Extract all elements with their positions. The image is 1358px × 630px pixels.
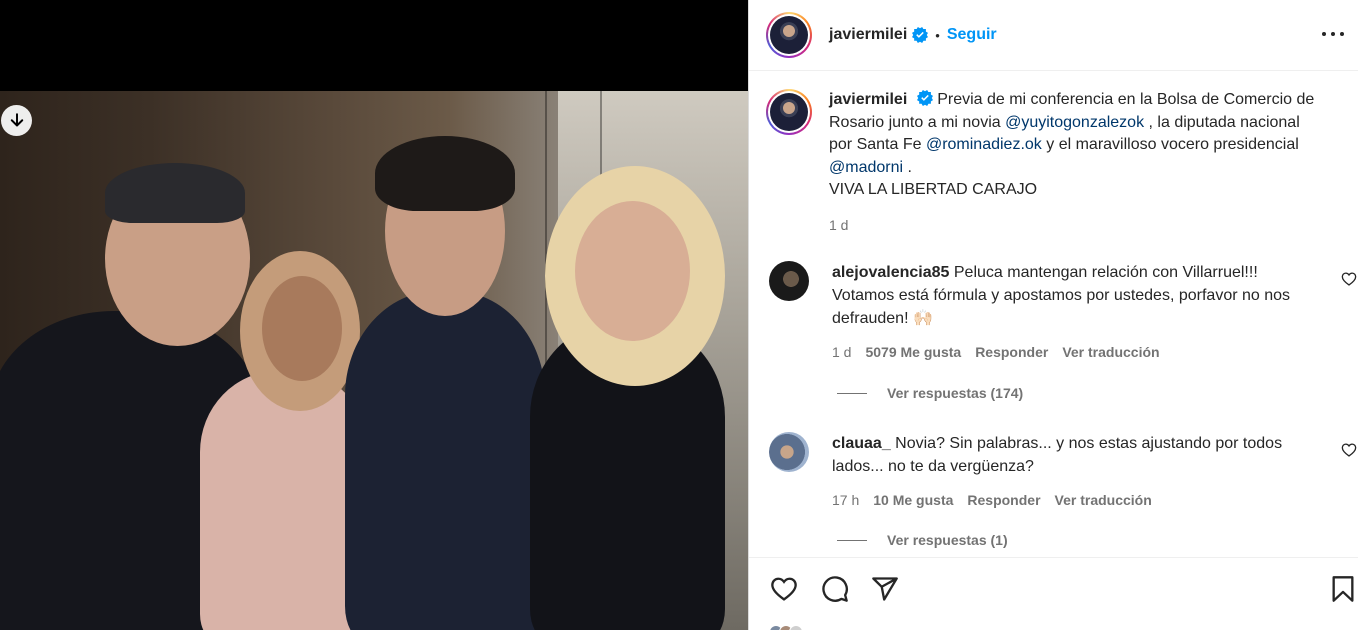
comment-like-heart-icon[interactable]: [1341, 442, 1357, 458]
author-avatar[interactable]: [766, 12, 812, 58]
caption-avatar[interactable]: [766, 89, 812, 135]
liked-by-avatars[interactable]: [769, 625, 803, 630]
commenter-username[interactable]: clauaa_: [832, 435, 891, 452]
comment-like-heart-icon[interactable]: [1341, 271, 1357, 287]
comment-likes[interactable]: 5079 Me gusta: [865, 341, 961, 364]
view-replies-button[interactable]: Ver respuestas (1): [837, 532, 1008, 548]
comment-likes[interactable]: 10 Me gusta: [873, 489, 953, 512]
comment-item: clauaa_ Novia? Sin palabras... y nos est…: [769, 432, 1358, 512]
comment-timestamp[interactable]: 17 h: [832, 489, 859, 512]
view-replies-button[interactable]: Ver respuestas (174): [837, 385, 1023, 401]
mention-link[interactable]: @madorni: [829, 159, 903, 176]
author-username[interactable]: javiermilei: [829, 26, 907, 44]
person-center-body: [345, 291, 545, 630]
mention-link[interactable]: @yuyitogonzalezok: [1005, 114, 1144, 131]
follow-button[interactable]: Seguir: [947, 26, 997, 44]
comment-bubble-icon[interactable]: [821, 575, 849, 603]
person-right-head: [575, 201, 690, 341]
mention-link[interactable]: @rominadiez.ok: [926, 136, 1042, 153]
replies-divider: [837, 392, 867, 394]
arrow-down-icon: [10, 112, 23, 126]
view-replies-label: Ver respuestas (174): [887, 385, 1024, 401]
comment-item: alejovalencia85 Peluca mantengan relació…: [769, 261, 1358, 364]
commenter-username[interactable]: alejovalencia85: [832, 264, 949, 281]
post-side-panel: javiermilei • Seguir javiermilei Previa …: [748, 0, 1358, 630]
caption-timestamp[interactable]: 1 d: [829, 214, 1319, 237]
post-media: [0, 0, 748, 630]
comments-section[interactable]: javiermilei Previa de mi conferencia en …: [749, 71, 1358, 557]
commenter-avatar[interactable]: [769, 261, 809, 301]
verified-badge-icon: [912, 27, 929, 43]
heart-icon[interactable]: [770, 575, 798, 603]
download-button[interactable]: [1, 105, 32, 136]
caption-username[interactable]: javiermilei: [829, 91, 907, 108]
verified-badge-icon: [916, 90, 933, 106]
translate-button[interactable]: Ver traducción: [1062, 341, 1159, 364]
view-replies-label: Ver respuestas (1): [887, 532, 1008, 548]
reply-button[interactable]: Responder: [975, 341, 1048, 364]
post-header: javiermilei • Seguir: [749, 0, 1358, 71]
header-separator: •: [935, 27, 940, 43]
post-caption: javiermilei Previa de mi conferencia en …: [766, 89, 1346, 236]
commenter-avatar[interactable]: [769, 432, 809, 472]
more-options-button[interactable]: [1319, 22, 1347, 46]
post-action-bar: [749, 557, 1358, 630]
caption-text: y el maravilloso vocero presidencial: [1041, 136, 1299, 153]
caption-text: .: [903, 158, 912, 176]
caption-text: VIVA LA LIBERTAD CARAJO: [829, 181, 1038, 198]
more-horizontal-icon: [1322, 32, 1344, 36]
paper-plane-icon[interactable]: [871, 575, 899, 603]
translate-button[interactable]: Ver traducción: [1055, 489, 1152, 512]
bookmark-icon[interactable]: [1329, 575, 1357, 603]
comment-timestamp[interactable]: 1 d: [832, 341, 851, 364]
reply-button[interactable]: Responder: [967, 489, 1040, 512]
post-photo[interactable]: [0, 91, 748, 630]
comment-text: Novia? Sin palabras... y nos estas ajust…: [832, 435, 1283, 475]
replies-divider: [837, 539, 867, 541]
